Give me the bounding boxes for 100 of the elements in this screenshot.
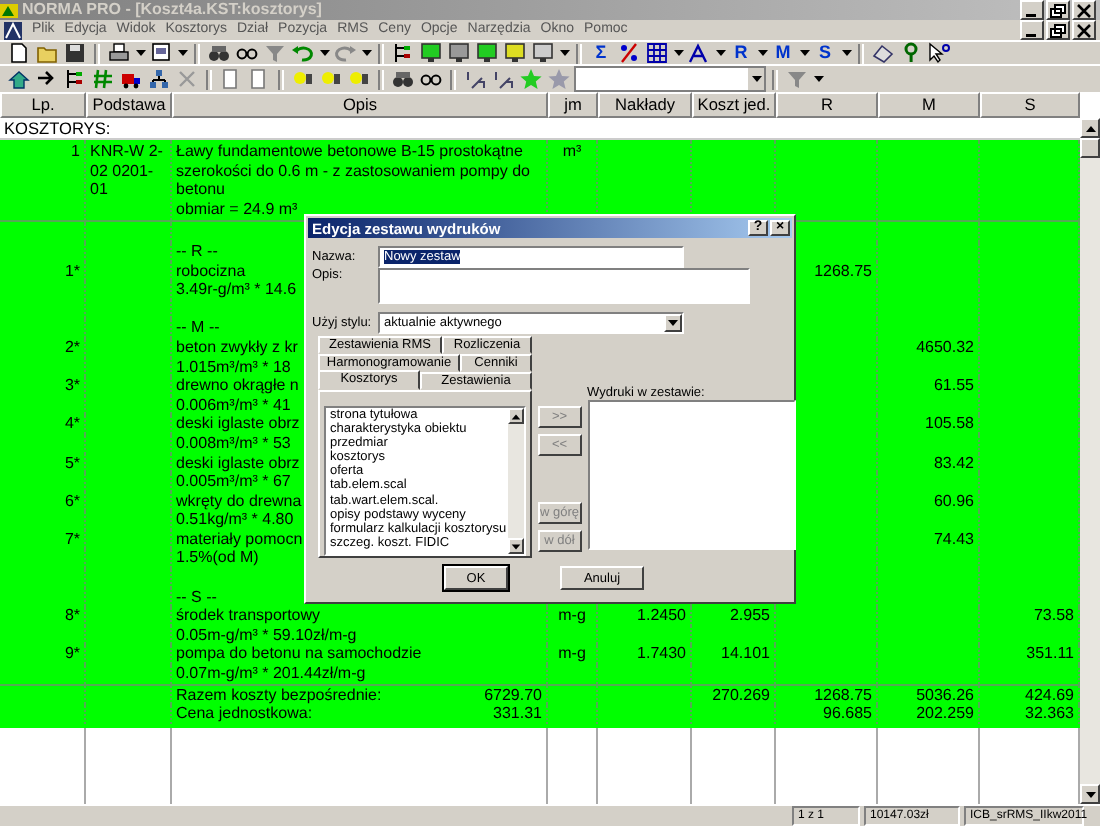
table-cell: 6* (0, 491, 86, 511)
column-header[interactable]: Opis (172, 92, 548, 118)
table-cell: 74.43 (878, 529, 980, 549)
table-cell: 1.7430 (598, 644, 692, 665)
binoculars-icon[interactable] (392, 68, 414, 90)
table-cell: 5* (0, 453, 86, 473)
column-header[interactable]: jm (548, 92, 598, 118)
monitor-icon[interactable] (476, 42, 498, 64)
table-cell: 2.955 (692, 606, 776, 626)
filter-combobox[interactable] (574, 66, 766, 92)
scroll-down-icon[interactable] (510, 541, 522, 551)
home-icon[interactable] (8, 68, 30, 90)
table-cell: 1268.75 (776, 685, 878, 705)
arrow-icon[interactable] (36, 68, 58, 90)
caret-icon[interactable] (319, 50, 329, 56)
monitor-icon[interactable] (504, 42, 526, 64)
total-label: Cena jednostkowa: (176, 704, 313, 724)
total-value: 331.31 (493, 704, 542, 724)
table-cell: 202.259 (878, 704, 980, 724)
table-cell: 0.05m-g/m³ * 59.10zł/m-g (172, 625, 548, 645)
caret-icon[interactable] (135, 50, 145, 56)
table-cell: 9* (0, 644, 86, 665)
binoculars-icon[interactable] (208, 42, 230, 64)
minimize-button[interactable] (1020, 20, 1044, 40)
table-cell: 4* (0, 414, 86, 434)
truck-icon[interactable] (120, 68, 142, 90)
table-cell: 105.58 (878, 414, 980, 434)
grid-icon[interactable] (646, 42, 668, 64)
scroll-up-icon[interactable] (510, 411, 522, 421)
monitor-icon[interactable] (420, 42, 442, 64)
table-cell: 61.55 (878, 376, 980, 396)
total-label: Razem koszty bezpośrednie: (176, 685, 382, 705)
caret-icon[interactable] (668, 319, 678, 325)
scroll-up-icon[interactable] (1083, 123, 1097, 133)
table-cell: 5036.26 (878, 685, 980, 705)
caret-icon[interactable] (813, 76, 823, 82)
total-value: 6729.70 (484, 685, 542, 705)
document-window-icon[interactable] (4, 21, 22, 39)
minimize-button[interactable] (1020, 0, 1044, 20)
table-cell: 3* (0, 376, 86, 396)
caret-icon[interactable] (799, 50, 809, 56)
caret-icon[interactable] (841, 50, 851, 56)
close-button[interactable] (1072, 0, 1096, 20)
app-logo-icon (0, 1, 18, 19)
table-cell: KNR-W 2-02 0201-01 (86, 140, 172, 221)
caret-icon[interactable] (559, 50, 569, 56)
column-header[interactable]: Lp. (0, 92, 86, 118)
toolbar-button[interactable]: S (812, 42, 838, 64)
table-cell: 1* (0, 261, 86, 281)
network-icon[interactable] (148, 68, 170, 90)
tree-icon[interactable] (392, 42, 414, 64)
table-cell-text: obmiar = 24.9 m³ (176, 199, 300, 219)
toolbar-button[interactable]: M (770, 42, 796, 64)
monitor-icon[interactable] (532, 42, 554, 64)
table-cell: 2* (0, 337, 86, 358)
star-icon[interactable] (520, 68, 542, 90)
table-cell: 8* (0, 606, 86, 626)
column-header[interactable]: S (980, 92, 1080, 118)
table-cell: pompa do betonu na samochodzie (172, 644, 548, 665)
caret-icon[interactable] (361, 50, 371, 56)
pointer-help-icon[interactable] (928, 42, 950, 64)
close-icon (1076, 23, 1092, 37)
tree-icon[interactable] (64, 68, 86, 90)
description-field[interactable] (378, 268, 750, 304)
column-header[interactable]: Nakłady (598, 92, 692, 118)
caret-icon[interactable] (715, 50, 725, 56)
column-header[interactable]: R (776, 92, 878, 118)
preview-icon[interactable] (150, 42, 172, 64)
printer-icon[interactable] (108, 42, 130, 64)
table-cell: 14.101 (692, 644, 776, 665)
close-button[interactable] (1072, 20, 1096, 40)
scroll-thumb[interactable] (1080, 138, 1100, 158)
table-cell: 0.07m-g/m³ * 201.44zł/m-g (172, 664, 548, 684)
column-header[interactable]: Koszt jed. (692, 92, 776, 118)
table-cell: środek transportowy (172, 606, 548, 626)
table-cell: 270.269 (692, 685, 776, 705)
column-header[interactable]: Podstawa (86, 92, 172, 118)
scrollbar[interactable] (1080, 118, 1100, 804)
caret-icon[interactable] (177, 50, 187, 56)
restore-button[interactable] (1046, 20, 1070, 40)
scroll-down-icon[interactable] (1083, 789, 1097, 799)
table-cell: 83.42 (878, 453, 980, 473)
restore-button[interactable] (1046, 0, 1070, 20)
column-header[interactable]: M (878, 92, 980, 118)
caret-icon[interactable] (751, 76, 761, 82)
monitor-icon[interactable] (448, 42, 470, 64)
chosen-list[interactable] (587, 400, 796, 550)
toolbar-button[interactable]: Σ (588, 42, 614, 64)
caret-icon[interactable] (757, 50, 767, 56)
caret-icon[interactable] (673, 50, 683, 56)
star-icon[interactable] (548, 68, 570, 90)
table-cell: 96.685 (776, 704, 878, 724)
percent-icon[interactable] (618, 42, 640, 64)
toolbar-button[interactable]: R (728, 42, 754, 64)
close-icon (1076, 3, 1092, 17)
table-cell: m-g (548, 644, 598, 665)
restore-icon (1050, 3, 1066, 17)
table-cell: 1.2450 (598, 606, 692, 626)
table-cell: 1 (0, 140, 86, 221)
table-cell: 4650.32 (878, 337, 980, 358)
